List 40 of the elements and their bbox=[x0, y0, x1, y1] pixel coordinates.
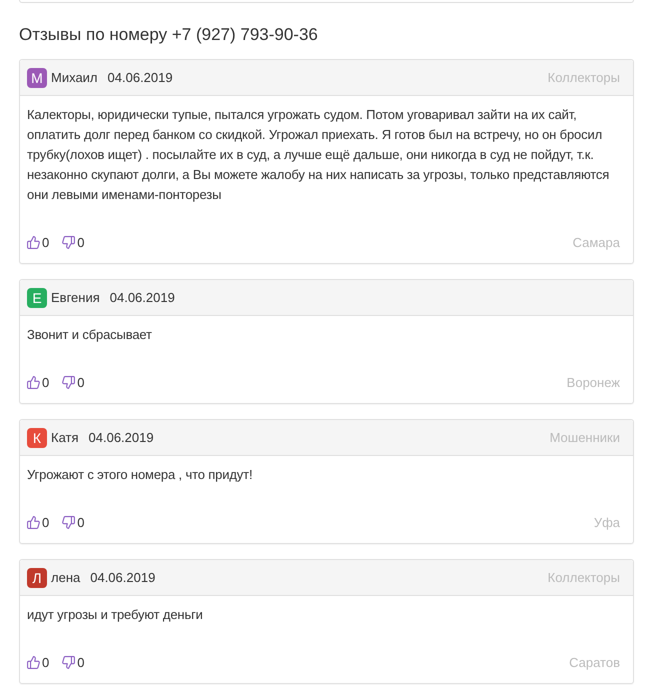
review-text: Звонит и сбрасывает bbox=[27, 326, 153, 344]
category-label: Коллекторы bbox=[548, 570, 620, 585]
like-button[interactable]: 0 bbox=[27, 514, 50, 530]
review-text: идут угрозы и требуют деньги bbox=[27, 606, 204, 624]
like-button[interactable]: 0 bbox=[27, 234, 50, 250]
avatar: К bbox=[27, 428, 47, 448]
like-button[interactable]: 0 bbox=[27, 374, 50, 390]
thumbs-down-icon bbox=[62, 236, 76, 248]
dislike-button[interactable]: 0 bbox=[62, 654, 84, 670]
avatar: Е bbox=[27, 288, 47, 308]
review-text: Калекторы, юридически тупые, пытался угрожать судом. Потом уговаривал зайти на их сайт, оплатить долг перед банком со скидкой. Угрожал приехать. Я готов был на встречу, но он бросил трубку(лохов ищет) . посылайте их в суд, а лучше ещё дальше, они никогда в суд не пойдут, т.к. незаконно скупают долги, а Вы можете жалобу на них написать за угрозы, только представляются они левыми именами-понторезы bbox=[27, 106, 610, 204]
thumbs-down-icon bbox=[62, 656, 76, 668]
thumbs-down-icon bbox=[62, 376, 76, 388]
review-text: Угрожают с этого номера , что придут! bbox=[27, 466, 254, 484]
city-label: Самара bbox=[572, 234, 620, 250]
category-label: Коллекторы bbox=[548, 70, 620, 85]
city-label: Саратов bbox=[569, 654, 620, 670]
author-name: Катя bbox=[51, 430, 79, 445]
dislike-button[interactable]: 0 bbox=[62, 514, 84, 530]
dislike-button[interactable]: 0 bbox=[62, 374, 84, 390]
city-label: Воронеж bbox=[566, 374, 620, 390]
thumbs-up-icon bbox=[27, 376, 40, 388]
avatar: М bbox=[27, 68, 47, 88]
like-button[interactable]: 0 bbox=[27, 654, 50, 670]
thumbs-up-icon bbox=[27, 236, 40, 248]
thumbs-up-icon bbox=[27, 656, 40, 668]
review-date: 04.06.2019 bbox=[88, 430, 154, 445]
section-title: Отзывы по номеру +7 (927) 793-90-36 bbox=[19, 24, 318, 46]
thumbs-down-icon bbox=[62, 516, 76, 528]
author-name: Евгения bbox=[51, 290, 100, 305]
avatar: Л bbox=[27, 568, 47, 588]
review-date: 04.06.2019 bbox=[108, 70, 173, 85]
thumbs-up-icon bbox=[27, 516, 40, 528]
author-name: Михаил bbox=[51, 70, 98, 85]
category-label: Мошенники bbox=[550, 430, 620, 445]
review-date: 04.06.2019 bbox=[110, 290, 175, 305]
author-name: лена bbox=[51, 570, 80, 585]
city-label: Уфа bbox=[594, 514, 620, 530]
review-date: 04.06.2019 bbox=[90, 570, 156, 585]
dislike-button[interactable]: 0 bbox=[62, 234, 84, 250]
